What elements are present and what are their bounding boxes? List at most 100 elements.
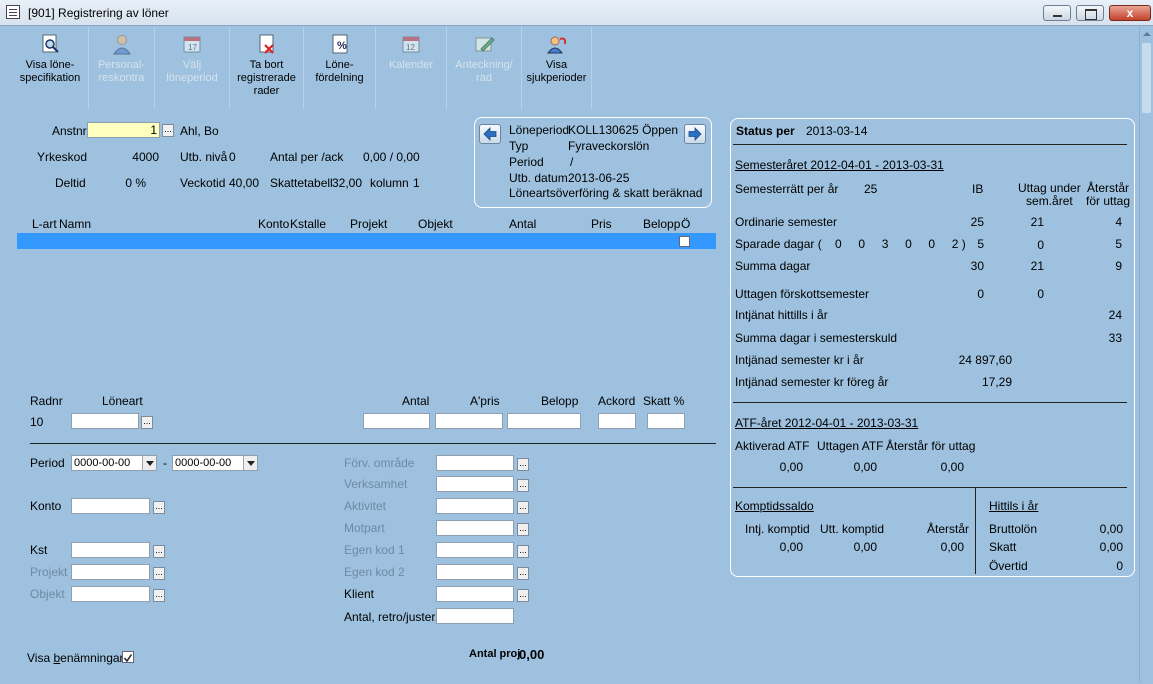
aktivitet-label: Aktivitet [344,499,387,513]
toolbar-button-1[interactable]: Personal- reskontra [89,27,155,109]
date-to-value: 0000-00-00 [175,457,232,469]
aktivitet-input[interactable] [436,498,514,514]
atf-aterstar-label: Återstår för uttag [886,439,976,453]
klient-label: Klient [344,587,375,601]
kolumn-label: kolumn [370,176,409,190]
summa-uttag: 21 [1030,259,1044,273]
chevron-down-icon [142,456,156,470]
forskott-uttag: 0 [1037,287,1044,301]
klient-input[interactable] [436,586,514,602]
semester-year-title: Semesteråret 2012-04-01 - 2013-03-31 [735,158,944,172]
checkmark-icon [123,654,133,663]
apris-input[interactable] [435,413,503,429]
toolbar-button-2[interactable]: 17 Välj löneperiod [155,27,230,109]
loneperiod-label: Löneperiod [509,123,570,137]
konto-lookup-button[interactable]: ... [153,501,165,514]
verksamhet-lookup-button[interactable]: ... [517,479,529,492]
overtid-label: Övertid [989,559,1028,573]
ordinarie-label: Ordinarie semester [735,215,838,229]
egen-kod-1-lookup-button[interactable]: ... [517,545,529,558]
date-separator: - [163,456,167,470]
klient-lookup-button[interactable]: ... [517,589,529,602]
loneart-input[interactable] [71,413,139,429]
skatt-input[interactable] [647,413,685,429]
atf-year-title: ATF-året 2012-04-01 - 2013-03-31 [735,416,919,430]
skatt-ytd-value: 0,00 [1099,540,1123,554]
toolbar-button-0[interactable]: Visa löne- specifikation [12,27,89,109]
toolbar-button-6[interactable]: Anteckning/ rad [447,27,522,109]
komptid-aterstar-value: 0,00 [940,540,964,554]
status-title: Status per [736,124,795,138]
radnr-label: Radnr [30,394,63,408]
uttag-header: Uttag under sem.året [1018,181,1081,208]
sick-person-icon [546,36,566,54]
projekt-lookup-button[interactable]: ... [153,567,165,580]
hittils-title: Hittils i år [989,499,1039,513]
deltid-label: Deltid [55,176,86,190]
toolbar-button-3[interactable]: Ta bort registrerade rader [230,27,304,109]
egen-kod-2-lookup-button[interactable]: ... [517,567,529,580]
sparade-uttag: 0 [1037,238,1044,252]
next-period-button[interactable] [684,124,706,144]
vertical-divider [975,487,976,574]
skattetabell-value: 32,00 [332,176,363,190]
projekt-input[interactable] [71,564,150,580]
minimize-button[interactable] [1043,5,1071,21]
forskott-label: Uttagen förskottsemester [735,287,870,301]
close-button[interactable]: x [1109,5,1151,21]
motpart-lookup-button[interactable]: ... [517,523,529,536]
objekt-lookup-button[interactable]: ... [153,589,165,602]
date-to-select[interactable]: 0000-00-00 [172,455,258,471]
objekt-label: Objekt [30,587,65,601]
forskott-ib: 0 [977,287,984,301]
summa-label: Summa dagar [735,259,811,273]
maximize-button[interactable] [1076,5,1104,21]
kst-lookup-button[interactable]: ... [153,545,165,558]
yrkeskod-label: Yrkeskod [37,150,88,164]
objekt-input[interactable] [71,586,150,602]
forv-omrade-lookup-button[interactable]: ... [517,458,529,471]
person-icon [112,35,131,55]
date-from-select[interactable]: 0000-00-00 [71,455,157,471]
loneart-lookup-button[interactable]: ... [141,416,153,429]
svg-text:17: 17 [188,43,197,52]
skatt-label: Skatt % [643,394,685,408]
kst-input[interactable] [71,542,150,558]
atf-uttagen-value: 0,00 [853,460,877,474]
period-form-label: Period [30,456,65,470]
scrollbar-thumb[interactable] [1142,43,1151,113]
antal-input[interactable] [363,413,430,429]
verksamhet-input[interactable] [436,476,514,492]
visa-benamningar-checkbox[interactable] [122,651,134,663]
col-belopp: Belopp [643,217,681,231]
anstnr-input[interactable]: 1 [87,122,160,138]
kst-label: Kst [30,543,48,557]
aktivitet-lookup-button[interactable]: ... [517,501,529,514]
forv-omrade-label: Förv. område [344,456,415,470]
ackord-input[interactable] [598,413,636,429]
komptid-aterstar-label: Återstår [927,522,970,536]
anstnr-lookup-button[interactable]: ... [162,124,174,137]
egen-kod-2-input[interactable] [436,564,514,580]
egen-kod-2-label: Egen kod 2 [344,565,405,579]
belopp-input[interactable] [507,413,581,429]
toolbar-button-5[interactable]: 12 Kalender [376,27,447,109]
previous-period-button[interactable] [479,124,501,144]
konto-input[interactable] [71,498,150,514]
egen-kod-1-input[interactable] [436,542,514,558]
grid-selected-row[interactable] [17,233,716,249]
col-kstalle: Kstalle [290,217,327,231]
window-menu-icon[interactable] [6,5,20,19]
visa-benamningar-rest: enämningar [60,651,124,665]
ordinarie-aterstar: 4 [1115,215,1122,229]
toolbar-button-7[interactable]: Visa sjukperioder [522,27,592,109]
atf-aktiverad-label: Aktiverad ATF [735,439,810,453]
calendar-12-icon: 12 [402,36,420,53]
antal-retro-input[interactable] [436,608,514,624]
right-scrollbar[interactable] [1139,27,1153,682]
grid-row-checkbox[interactable] [679,236,690,247]
col-lart: L-art [32,217,57,231]
forv-omrade-input[interactable] [436,455,514,471]
toolbar-button-4[interactable]: % Löne- fördelning [304,27,376,109]
motpart-input[interactable] [436,520,514,536]
